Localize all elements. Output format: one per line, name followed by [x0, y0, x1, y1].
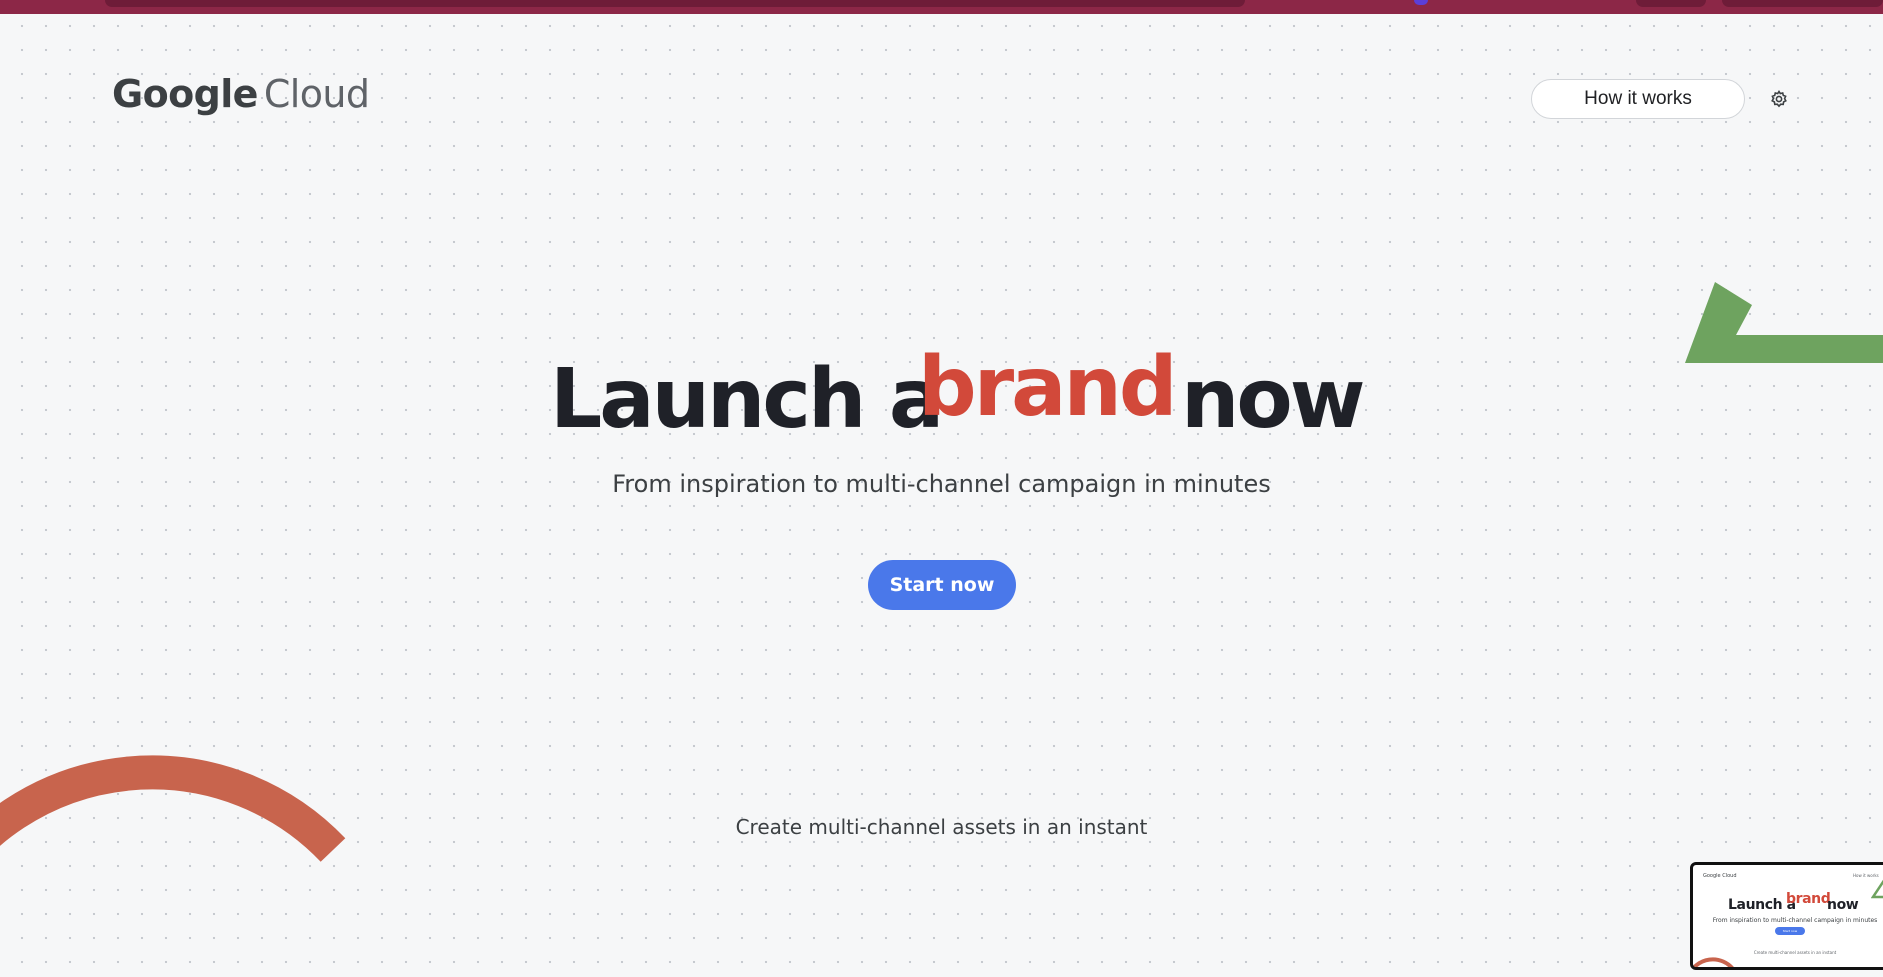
- hero-subtitle: From inspiration to multi-channel campai…: [612, 470, 1271, 498]
- thumb-subtitle: From inspiration to multi-channel campai…: [1712, 917, 1878, 924]
- section-heading: Create multi-channel assets in an instan…: [735, 815, 1148, 839]
- thumb-triangle-decoration: [1871, 879, 1883, 899]
- preview-thumbnail[interactable]: Google Cloud How it works Launch a brand…: [1690, 862, 1883, 970]
- orange-arc-decoration: [0, 755, 346, 862]
- thumb-arc-decoration: [1693, 957, 1734, 967]
- logo-google-text: Google: [112, 72, 258, 116]
- strip-bar: [1636, 0, 1706, 7]
- how-it-works-button[interactable]: How it works: [1531, 79, 1745, 119]
- thumb-headline-suffix: now: [1827, 897, 1859, 913]
- strip-dot: [1414, 0, 1428, 5]
- thumb-headline-highlight: brand: [1786, 891, 1831, 907]
- thumb-start-button: Start now: [1775, 927, 1805, 935]
- thumb-logo: Google Cloud: [1703, 873, 1737, 879]
- headline-highlight: brand: [918, 340, 1178, 435]
- headline-suffix: now: [1181, 352, 1365, 447]
- strip-bar: [1722, 0, 1883, 7]
- gear-icon[interactable]: [1769, 89, 1789, 109]
- start-now-button[interactable]: Start now: [868, 560, 1016, 610]
- hero-headline: Launch a brand now: [0, 340, 1883, 450]
- browser-top-strip: [0, 0, 1883, 14]
- strip-bar: [105, 0, 1245, 7]
- logo-cloud-text: Cloud: [263, 72, 370, 116]
- headline-prefix: Launch a: [550, 352, 944, 447]
- google-cloud-logo[interactable]: Google Cloud: [112, 72, 370, 116]
